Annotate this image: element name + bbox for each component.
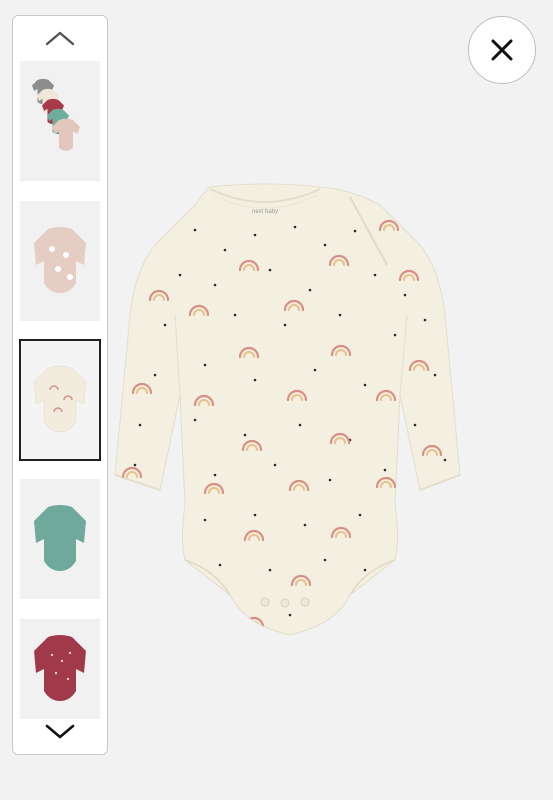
scroll-up-button[interactable] xyxy=(13,16,107,60)
pink-bodysuit-image xyxy=(34,227,86,293)
close-icon xyxy=(491,39,513,61)
chevron-up-icon xyxy=(45,31,75,46)
multipack-image xyxy=(32,78,80,151)
garment-label: next baby xyxy=(252,209,278,215)
thumbnail-berry-bodysuit[interactable] xyxy=(20,619,100,719)
cream-rainbow-bodysuit-image: next baby xyxy=(114,183,461,636)
main-product-image: next baby xyxy=(95,175,475,650)
thumbnail-cream-bodysuit[interactable] xyxy=(19,339,101,461)
cream-bodysuit-image xyxy=(33,365,87,433)
thumbnail-pink-bodysuit[interactable] xyxy=(20,201,100,321)
chevron-down-icon xyxy=(45,724,75,739)
thumbnail-rail xyxy=(12,15,108,755)
green-bodysuit-image xyxy=(34,505,86,571)
thumbnail-green-bodysuit[interactable] xyxy=(20,479,100,599)
scroll-down-button[interactable] xyxy=(13,710,107,754)
close-button[interactable] xyxy=(468,16,536,84)
thumbnail-multipack[interactable] xyxy=(20,61,100,181)
berry-bodysuit-image xyxy=(34,635,86,701)
